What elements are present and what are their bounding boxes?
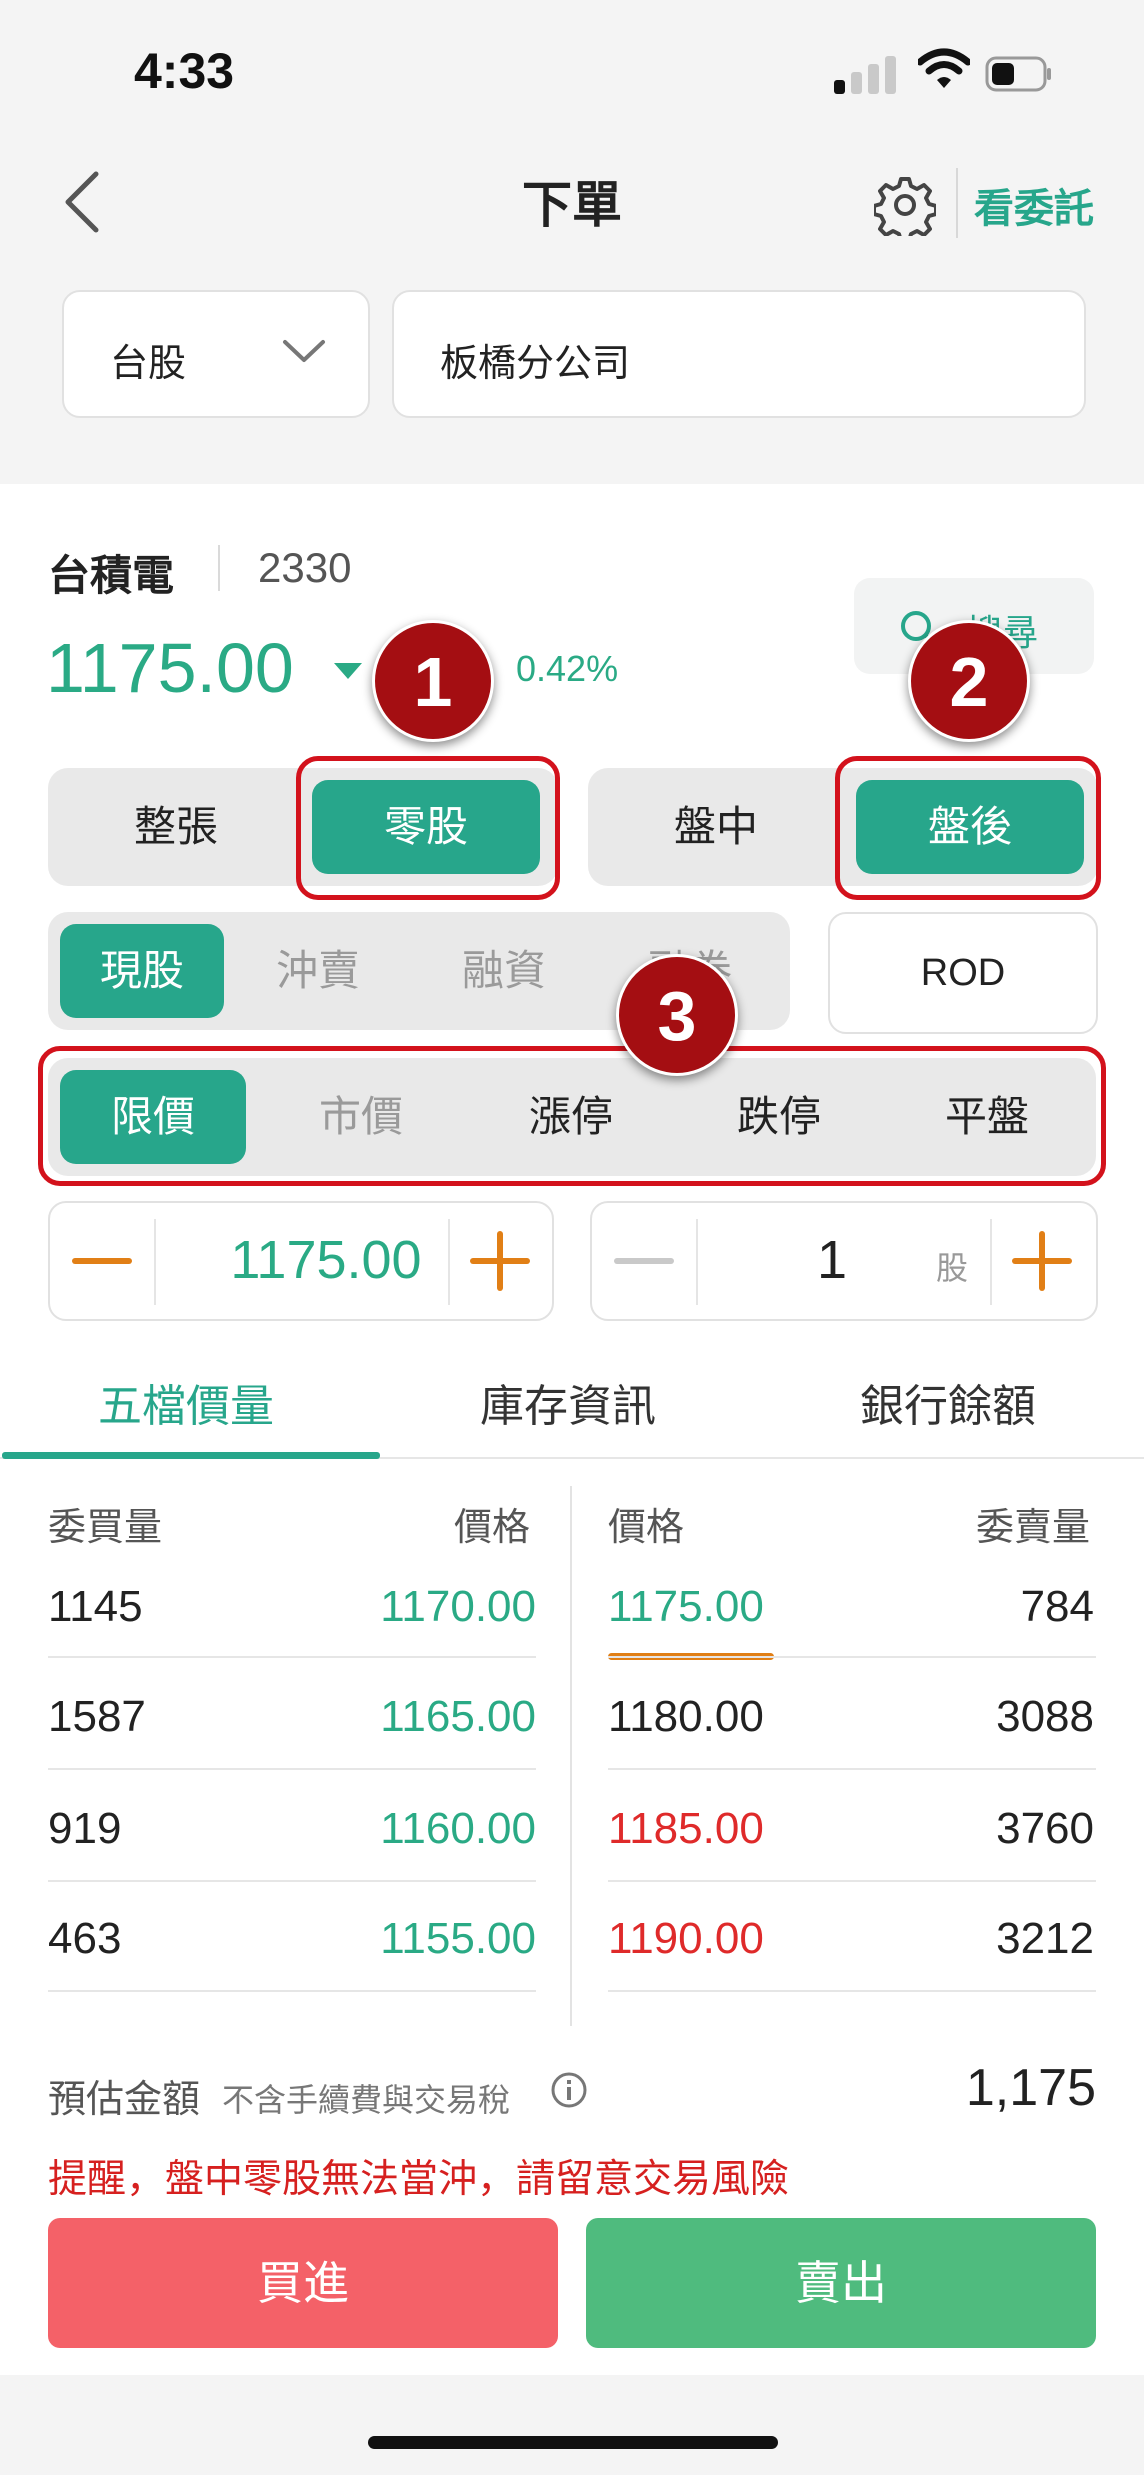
lot-type-board[interactable]: 整張 xyxy=(62,780,290,874)
order-condition-value: ROD xyxy=(920,952,1006,994)
ask-volume: 784 xyxy=(1020,1582,1094,1631)
price-increase-button[interactable] xyxy=(470,1231,530,1291)
bid-price[interactable]: 1160.00 xyxy=(330,1804,536,1854)
annotation-marker-1: 1 xyxy=(372,620,494,742)
annotation-marker-2: 2 xyxy=(908,620,1030,742)
stock-divider xyxy=(218,545,220,591)
price-input[interactable]: 1175.00 xyxy=(158,1229,494,1291)
warning-text: 提醒，盤中零股無法當沖，請留意交易風險 xyxy=(48,2157,790,2202)
bid-volume: 919 xyxy=(48,1804,122,1853)
estimate-note: 不含手續費與交易稅 xyxy=(222,2081,511,2119)
quantity-increase-button[interactable] xyxy=(1012,1231,1072,1291)
highlight-price-type xyxy=(38,1046,1106,1186)
row-divider xyxy=(48,1990,536,1992)
view-orders-link[interactable]: 看委託 xyxy=(974,176,1094,234)
highlight-lot-type xyxy=(296,756,560,900)
page-title: 下單 xyxy=(522,176,622,234)
row-divider xyxy=(48,1656,536,1658)
estimate-amount: 1,175 xyxy=(965,2059,1096,2117)
bid-volume: 1587 xyxy=(48,1692,146,1741)
tab-bank-balance[interactable]: 銀行餘額 xyxy=(860,1370,1036,1434)
row-divider xyxy=(608,1990,1096,1992)
ask-price[interactable]: 1180.00 xyxy=(608,1692,764,1742)
ask-volume: 3760 xyxy=(996,1804,1094,1853)
sell-button[interactable]: 賣出 xyxy=(586,2218,1096,2348)
chevron-down-icon xyxy=(283,340,325,362)
order-book-divider xyxy=(570,1486,572,2026)
tab-inventory[interactable]: 庫存資訊 xyxy=(480,1370,656,1434)
ask-price-header: 價格 xyxy=(608,1505,685,1549)
row-divider xyxy=(48,1880,536,1882)
quantity-stepper: 1 股 xyxy=(590,1201,1098,1321)
buy-button[interactable]: 買進 xyxy=(48,2218,558,2348)
bid-volume: 1145 xyxy=(48,1582,143,1631)
stock-code: 2330 xyxy=(258,544,352,591)
info-icon[interactable] xyxy=(550,2071,588,2109)
quantity-input[interactable]: 1 xyxy=(792,1229,872,1291)
tab-active-indicator xyxy=(2,1452,380,1459)
quantity-decrease-button[interactable] xyxy=(614,1231,674,1291)
row-divider xyxy=(608,1880,1096,1882)
bid-price[interactable]: 1155.00 xyxy=(330,1914,536,1964)
market-select[interactable]: 台股 xyxy=(62,290,370,418)
trade-type-daytrade-sell[interactable]: 沖賣 xyxy=(236,924,400,1018)
header-divider xyxy=(956,168,958,238)
battery-icon xyxy=(985,56,1051,92)
annotation-marker-3: 3 xyxy=(616,954,738,1076)
price-stepper: 1175.00 xyxy=(48,1201,554,1321)
trade-type-cash[interactable]: 現股 xyxy=(60,924,224,1018)
branch-field[interactable]: 板橋分公司 xyxy=(392,290,1086,418)
ask-price[interactable]: 1185.00 xyxy=(608,1804,764,1854)
highlight-session xyxy=(835,756,1101,900)
ask-volume: 3212 xyxy=(996,1914,1094,1963)
stock-name: 台積電 xyxy=(48,551,175,600)
row-divider xyxy=(48,1768,536,1770)
bid-price[interactable]: 1165.00 xyxy=(330,1692,536,1742)
gear-icon[interactable] xyxy=(874,174,936,236)
footer-background xyxy=(0,2375,1144,2475)
bid-price[interactable]: 1170.00 xyxy=(330,1582,536,1632)
cellular-signal-icon xyxy=(834,54,896,94)
quantity-unit: 股 xyxy=(936,1249,969,1287)
trade-type-margin[interactable]: 融資 xyxy=(422,924,586,1018)
price-decrease-button[interactable] xyxy=(72,1231,132,1291)
row-divider xyxy=(608,1768,1096,1770)
price-change-percent: 0.42% xyxy=(516,648,619,689)
status-time: 4:33 xyxy=(134,43,235,99)
bid-volume-header: 委買量 xyxy=(48,1505,163,1549)
tab-order-book[interactable]: 五檔價量 xyxy=(98,1370,274,1434)
stock-price: 1175.00 xyxy=(46,629,294,707)
ask-volume-header: 委賣量 xyxy=(976,1505,1091,1549)
order-condition-select[interactable]: ROD xyxy=(828,912,1098,1034)
row-divider xyxy=(608,1656,1096,1658)
home-indicator[interactable] xyxy=(368,2436,778,2449)
ask-volume: 3088 xyxy=(996,1692,1094,1741)
market-select-value: 台股 xyxy=(110,341,187,385)
estimate-label: 預估金額 xyxy=(48,2077,201,2121)
price-down-icon xyxy=(334,663,362,679)
wifi-icon xyxy=(918,48,970,88)
bid-price-header: 價格 xyxy=(454,1505,531,1549)
ask-price[interactable]: 1190.00 xyxy=(608,1914,764,1964)
session-intraday[interactable]: 盤中 xyxy=(602,780,830,874)
branch-value: 板橋分公司 xyxy=(440,341,631,385)
bid-volume: 463 xyxy=(48,1914,122,1963)
ask-price[interactable]: 1175.00 xyxy=(608,1582,764,1632)
